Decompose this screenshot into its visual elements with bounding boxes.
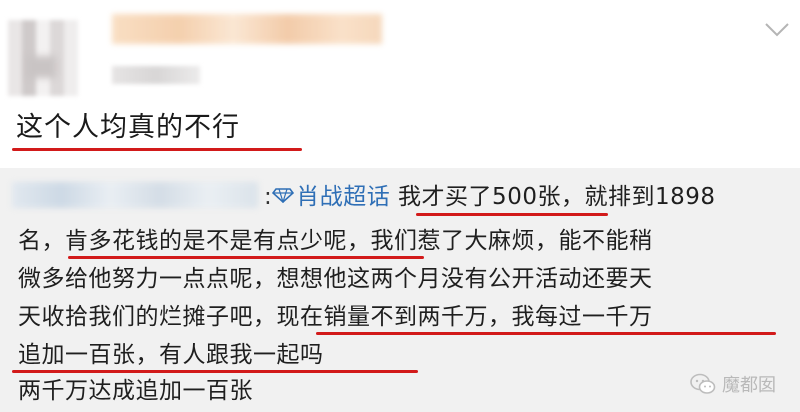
red-underline (416, 213, 608, 216)
red-underline (12, 148, 302, 151)
quote-line-6: 两千万达成追加一百张 (18, 378, 253, 404)
red-underline (12, 370, 418, 373)
red-underline (316, 332, 776, 335)
quote-line-4: 天收拾我们的烂摊子吧，现在销量不到两千万，我每过一千万 (18, 304, 653, 330)
weibo-post: 这个人均真的不行 : 肖战超话 我才买了500张，就排到1898 名，肯多花钱的… (0, 0, 800, 412)
quote-text-1: 我才买了500张，就排到1898 (390, 184, 716, 210)
diamond-icon (272, 188, 295, 203)
red-underline (68, 256, 424, 259)
colon: : (264, 184, 273, 210)
avatar[interactable] (8, 20, 78, 96)
quote-line-3: 微多给他努力一点点呢，想想他这两个月没有公开活动还要天 (18, 266, 653, 292)
wechat-icon (690, 373, 716, 394)
chevron-down-icon[interactable] (764, 22, 790, 38)
quote-line-2: 名，肯多花钱的是不是有点少呢，我们惹了大麻烦，能不能稍 (18, 228, 653, 254)
watermark-text: 魔都囡 (722, 375, 776, 396)
quoted-username-pixelated[interactable] (12, 182, 258, 208)
quote-line-5: 追加一百张，有人跟我一起吗 (18, 342, 324, 368)
watermark: 魔都囡 (690, 370, 776, 398)
quote-line-1: : 肖战超话 我才买了500张，就排到1898 (264, 182, 716, 212)
username-pixelated[interactable] (112, 14, 382, 44)
comment-text: 这个人均真的不行 (16, 112, 240, 143)
topic-link[interactable]: 肖战超话 (296, 184, 390, 210)
post-meta-pixelated (112, 66, 200, 84)
